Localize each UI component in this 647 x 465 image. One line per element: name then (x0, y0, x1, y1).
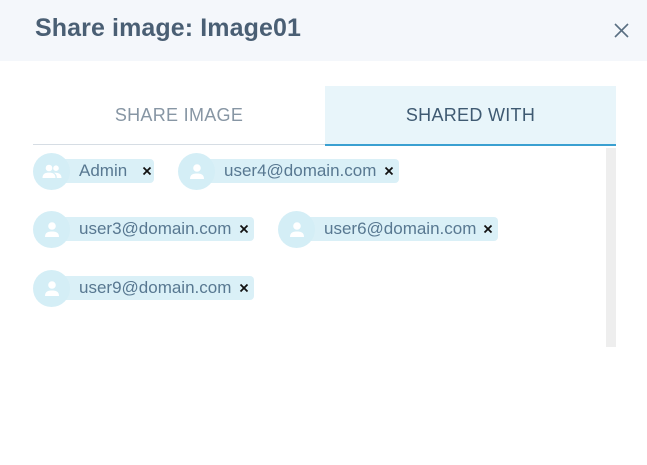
person-icon (44, 280, 59, 296)
close-button[interactable] (609, 18, 635, 44)
group-icon (42, 164, 61, 178)
remove-icon[interactable] (238, 223, 250, 235)
shared-chip-user9: user9@domain.com (33, 270, 254, 307)
chip-label: user3@domain.com (79, 219, 232, 238)
person-icon (189, 163, 204, 179)
shared-chip-user4: user4@domain.com (178, 153, 399, 190)
person-icon (44, 221, 59, 237)
close-icon (614, 23, 629, 38)
person-icon (289, 221, 304, 237)
dialog-title: Share image: Image01 (35, 14, 302, 42)
avatar (33, 211, 70, 248)
chip-label: user9@domain.com (79, 278, 232, 297)
chip-label: Admin (79, 161, 128, 180)
tab-share-image[interactable]: SHARE IMAGE (33, 86, 325, 145)
avatar (33, 270, 70, 307)
chip-label: user4@domain.com (224, 161, 377, 180)
tab-shared-with[interactable]: SHARED WITH (325, 86, 616, 146)
avatar (33, 153, 70, 190)
dialog-header: Share image: Image01 (0, 0, 647, 61)
remove-icon[interactable] (383, 165, 395, 177)
shared-chip-admin: Admin (33, 153, 154, 190)
avatar (278, 211, 315, 248)
tab-bar: SHARE IMAGE SHARED WITH (33, 86, 616, 146)
chip-label: user6@domain.com (324, 219, 477, 238)
remove-icon[interactable] (482, 223, 494, 235)
remove-icon[interactable] (141, 165, 153, 177)
shared-chip-user6: user6@domain.com (278, 211, 498, 248)
scrollbar[interactable] (606, 148, 616, 347)
avatar (178, 153, 215, 190)
remove-icon[interactable] (238, 282, 250, 294)
shared-with-list: Admin user4@domain.com user3@domain.com (33, 146, 616, 347)
shared-chip-user3: user3@domain.com (33, 211, 254, 248)
